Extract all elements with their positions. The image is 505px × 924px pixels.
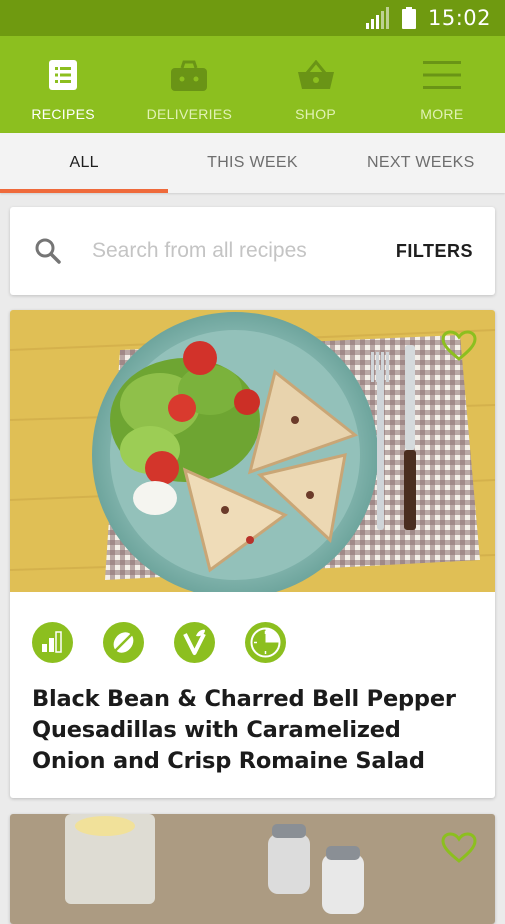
top-navigation: RECIPES DELIVERIES SHOP MORE — [0, 36, 505, 133]
signal-icon — [365, 7, 390, 29]
favorite-heart-icon[interactable] — [441, 832, 477, 869]
time-icon — [245, 622, 286, 663]
difficulty-icon — [32, 622, 73, 663]
no-dairy-icon — [103, 622, 144, 663]
nav-item-more[interactable]: MORE — [379, 36, 505, 133]
status-time: 15:02 — [427, 6, 491, 30]
recipes-list-icon — [49, 54, 78, 96]
search-input[interactable] — [90, 238, 396, 264]
delivery-box-icon — [170, 54, 208, 96]
battery-icon — [401, 7, 416, 29]
recipe-title[interactable]: Black Bean & Charred Bell Pepper Quesadi… — [32, 684, 471, 777]
basket-icon — [297, 54, 335, 96]
search-icon — [34, 237, 80, 265]
nav-label-deliveries: DELIVERIES — [146, 106, 233, 122]
search-bar: FILTERS — [10, 207, 495, 295]
vegetarian-icon — [174, 622, 215, 663]
tab-this-week[interactable]: THIS WEEK — [168, 133, 336, 193]
tab-next-weeks[interactable]: NEXT WEEKS — [337, 133, 505, 193]
nav-label-shop: SHOP — [295, 106, 337, 122]
recipe-image — [10, 310, 495, 598]
recipe-image — [10, 814, 495, 924]
menu-icon — [422, 54, 461, 96]
nav-item-shop[interactable]: SHOP — [253, 36, 379, 133]
nav-item-recipes[interactable]: RECIPES — [0, 36, 126, 133]
recipe-badges — [32, 622, 495, 663]
recipe-tabs: ALL THIS WEEK NEXT WEEKS — [0, 133, 505, 193]
tab-all[interactable]: ALL — [0, 133, 169, 193]
recipe-card-next[interactable] — [10, 814, 495, 924]
recipe-card[interactable]: Black Bean & Charred Bell Pepper Quesadi… — [10, 310, 495, 798]
favorite-heart-icon[interactable] — [441, 330, 477, 367]
nav-item-deliveries[interactable]: DELIVERIES — [126, 36, 252, 133]
filters-button[interactable]: FILTERS — [396, 241, 473, 262]
nav-label-more: MORE — [420, 106, 464, 122]
nav-label-recipes: RECIPES — [31, 106, 95, 122]
status-bar: 15:02 — [0, 0, 505, 36]
